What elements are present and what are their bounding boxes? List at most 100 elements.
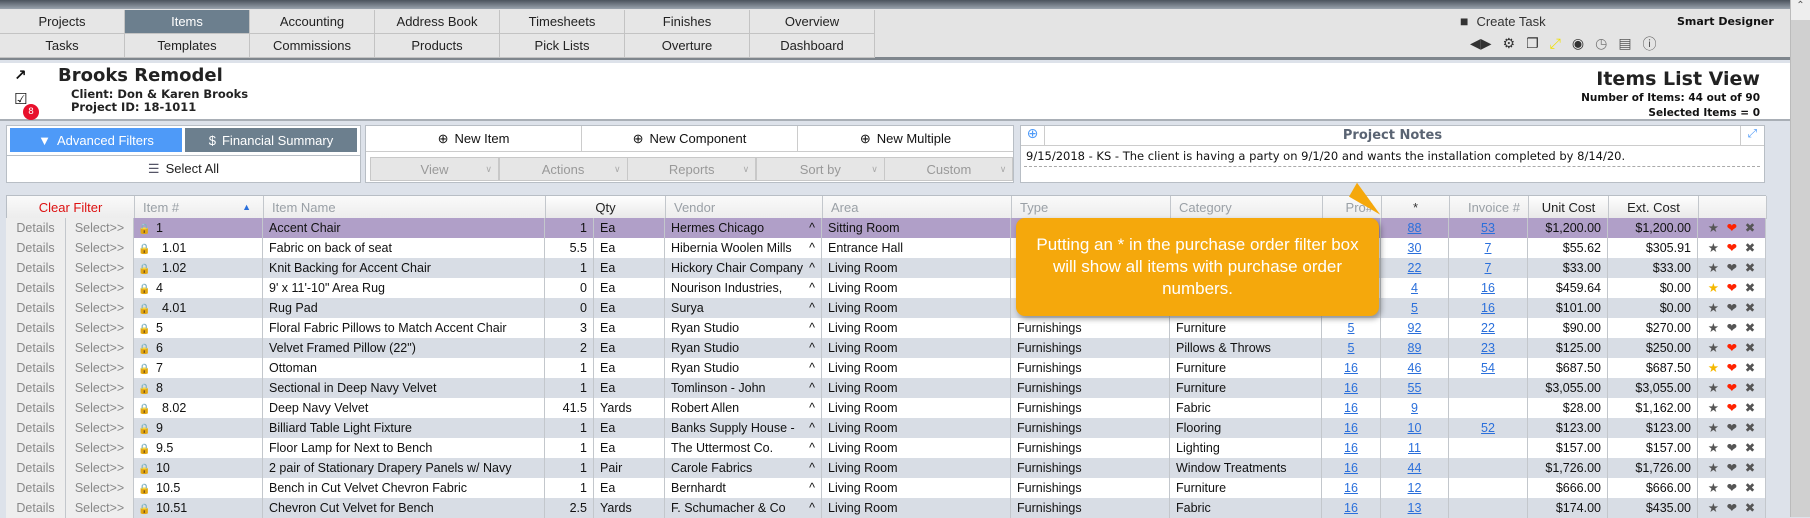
delete-icon[interactable]: ✖ — [1745, 378, 1755, 398]
delete-icon[interactable]: ✖ — [1745, 218, 1755, 238]
details-button[interactable]: Details — [6, 338, 66, 358]
po-cell[interactable]: 11 — [1381, 438, 1449, 458]
details-button[interactable]: Details — [6, 478, 66, 498]
star-icon[interactable]: ★ — [1708, 418, 1719, 438]
nav-tab-pick-lists[interactable]: Pick Lists — [500, 34, 625, 58]
star-icon[interactable]: ★ — [1708, 498, 1719, 518]
details-button[interactable]: Details — [6, 498, 66, 518]
select-button[interactable]: Select>> — [66, 378, 134, 398]
delete-icon[interactable]: ✖ — [1745, 458, 1755, 478]
heart-icon[interactable]: ❤ — [1727, 358, 1737, 378]
column-header-ext-cost[interactable]: Ext. Cost — [1609, 196, 1699, 219]
invoice-cell[interactable]: 54 — [1449, 358, 1528, 378]
column-header-type[interactable]: Type — [1012, 196, 1171, 219]
nav-tab-templates[interactable]: Templates — [125, 34, 250, 58]
lock-icon[interactable]: 🔒 — [138, 304, 150, 315]
po-cell[interactable]: 9 — [1381, 398, 1449, 418]
scroll-up-icon[interactable]: ⌃ — [1791, 0, 1810, 20]
star-icon[interactable]: ★ — [1708, 398, 1719, 418]
delete-icon[interactable]: ✖ — [1745, 438, 1755, 458]
select-button[interactable]: Select>> — [66, 478, 134, 498]
vendor-lookup-icon[interactable]: ^ — [809, 458, 815, 478]
lock-icon[interactable]: 🔒 — [138, 424, 150, 435]
heart-icon[interactable]: ❤ — [1727, 338, 1737, 358]
po-cell[interactable]: 13 — [1381, 498, 1449, 518]
pro-cell[interactable]: 16 — [1322, 358, 1381, 378]
invoice-cell[interactable] — [1449, 498, 1528, 518]
delete-icon[interactable]: ✖ — [1745, 318, 1755, 338]
table-row[interactable]: Details Select>> 🔒 9.5 Floor Lamp for Next … — [6, 438, 1766, 458]
lock-icon[interactable]: 🔒 — [138, 244, 150, 255]
column-header-qty[interactable]: Qty — [546, 196, 666, 219]
po-cell[interactable]: 55 — [1381, 378, 1449, 398]
new-multiple-button[interactable]: ⊕ New Multiple — [798, 126, 1013, 152]
financial-summary-button[interactable]: $ Financial Summary — [185, 128, 357, 152]
pro-cell[interactable]: 16 — [1322, 418, 1381, 438]
invoice-cell[interactable]: 52 — [1449, 418, 1528, 438]
lock-icon[interactable]: 🔒 — [138, 444, 150, 455]
new-component-button[interactable]: ⊕ New Component — [582, 126, 798, 152]
details-button[interactable]: Details — [6, 438, 66, 458]
user-icon[interactable]: ◉ — [1572, 36, 1584, 52]
invoice-cell[interactable]: 16 — [1449, 298, 1528, 318]
table-row[interactable]: Details Select>> 🔒 8 Sectional in Deep Navy… — [6, 378, 1766, 398]
heart-icon[interactable]: ❤ — [1727, 378, 1737, 398]
details-button[interactable]: Details — [6, 278, 66, 298]
star-icon[interactable]: ★ — [1708, 218, 1719, 238]
nav-tab-projects[interactable]: Projects — [0, 10, 125, 34]
details-button[interactable]: Details — [6, 418, 66, 438]
heart-icon[interactable]: ❤ — [1727, 398, 1737, 418]
lock-icon[interactable]: 🔒 — [138, 404, 150, 415]
nav-tab-finishes[interactable]: Finishes — [625, 10, 750, 34]
clock-icon[interactable]: ◷ — [1595, 36, 1607, 52]
nav-tab-commissions[interactable]: Commissions — [250, 34, 375, 58]
delete-icon[interactable]: ✖ — [1745, 278, 1755, 298]
table-row[interactable]: Details Select>> 🔒 7 Ottoman 1 Ea Ryan Studio ^… — [6, 358, 1766, 378]
details-button[interactable]: Details — [6, 358, 66, 378]
details-button[interactable]: Details — [6, 218, 66, 238]
vendor-lookup-icon[interactable]: ^ — [809, 318, 815, 338]
star-icon[interactable]: ★ — [1708, 338, 1719, 358]
invoice-cell[interactable] — [1449, 478, 1528, 498]
advanced-filters-button[interactable]: ▼ Advanced Filters — [10, 128, 182, 152]
po-cell[interactable]: 88 — [1381, 218, 1449, 238]
nav-tab-tasks[interactable]: Tasks — [0, 34, 125, 58]
nav-tab-items[interactable]: Items — [125, 10, 250, 34]
gear-icon[interactable]: ⚙ — [1503, 36, 1516, 52]
pro-cell[interactable]: 16 — [1322, 458, 1381, 478]
po-cell[interactable]: 5 — [1381, 298, 1449, 318]
select-button[interactable]: Select>> — [66, 278, 134, 298]
column-header-purchase-order-filter[interactable]: * — [1382, 196, 1450, 219]
column-header-unit-cost[interactable]: Unit Cost — [1529, 196, 1609, 219]
sort-by-dropdown[interactable]: Sort by ∨ — [755, 157, 885, 181]
lock-icon[interactable]: 🔒 — [138, 364, 150, 375]
table-row[interactable]: Details Select>> 🔒 6 Velvet Framed Pillow (… — [6, 338, 1766, 358]
po-cell[interactable]: 22 — [1381, 258, 1449, 278]
heart-icon[interactable]: ❤ — [1727, 238, 1737, 258]
pro-cell[interactable]: 16 — [1322, 478, 1381, 498]
select-button[interactable]: Select>> — [66, 258, 134, 278]
heart-icon[interactable]: ❤ — [1727, 458, 1737, 478]
pro-cell[interactable]: 16 — [1322, 398, 1381, 418]
po-cell[interactable]: 92 — [1381, 318, 1449, 338]
table-row[interactable]: Details Select>> 🔒 10 2 pair of Stationary … — [6, 458, 1766, 478]
lock-icon[interactable]: 🔒 — [138, 284, 150, 295]
po-cell[interactable]: 30 — [1381, 238, 1449, 258]
vendor-lookup-icon[interactable]: ^ — [809, 238, 815, 258]
vendor-lookup-icon[interactable]: ^ — [809, 278, 815, 298]
select-button[interactable]: Select>> — [66, 218, 134, 238]
invoice-cell[interactable]: 23 — [1449, 338, 1528, 358]
actions-dropdown[interactable]: Actions ∨ — [498, 157, 628, 181]
select-button[interactable]: Select>> — [66, 318, 134, 338]
details-button[interactable]: Details — [6, 298, 66, 318]
nav-tab-products[interactable]: Products — [375, 34, 500, 58]
star-icon[interactable]: ★ — [1708, 438, 1719, 458]
delete-icon[interactable]: ✖ — [1745, 238, 1755, 258]
lock-icon[interactable]: 🔒 — [138, 464, 150, 475]
invoice-cell[interactable]: 7 — [1449, 238, 1528, 258]
vendor-lookup-icon[interactable]: ^ — [809, 378, 815, 398]
column-header-invoice[interactable]: Invoice # — [1450, 196, 1529, 219]
vendor-lookup-icon[interactable]: ^ — [809, 418, 815, 438]
select-button[interactable]: Select>> — [66, 398, 134, 418]
heart-icon[interactable]: ❤ — [1727, 278, 1737, 298]
